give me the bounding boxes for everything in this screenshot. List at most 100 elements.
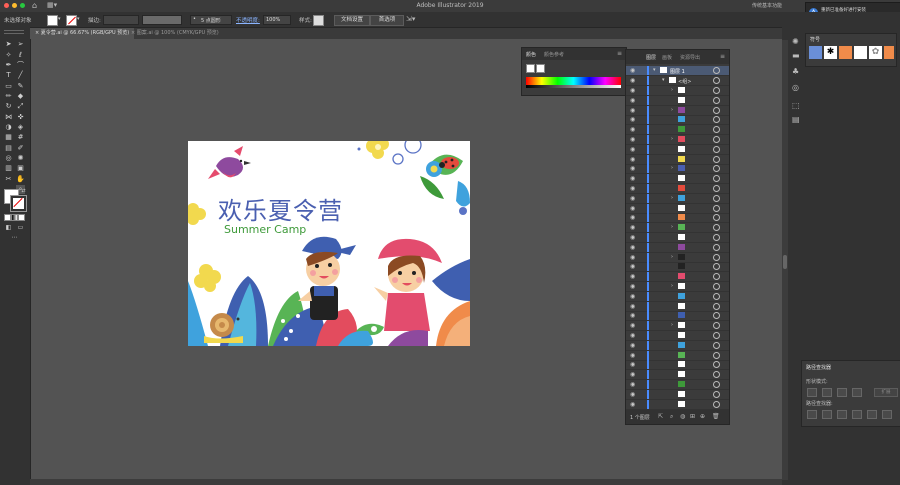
- target-icon[interactable]: [713, 361, 720, 369]
- trim-button[interactable]: [822, 410, 832, 419]
- group-name[interactable]: <组>: [678, 78, 691, 85]
- chevron-down-icon[interactable]: ▾: [58, 16, 61, 22]
- curvature-tool-icon[interactable]: ⌒: [16, 61, 25, 70]
- eye-icon[interactable]: ◉: [630, 107, 635, 114]
- eye-icon[interactable]: ◉: [630, 263, 635, 270]
- sublayer-row[interactable]: ◉ ›: [626, 252, 729, 263]
- export-icon[interactable]: ⇱: [658, 413, 663, 420]
- minus-back-button[interactable]: [882, 410, 892, 419]
- eye-icon[interactable]: ◉: [630, 116, 635, 123]
- opacity-link[interactable]: 不透明度:: [236, 16, 260, 24]
- eye-icon[interactable]: ◉: [630, 146, 635, 153]
- gear-icon[interactable]: ✺: [792, 37, 799, 46]
- chevron-down-icon[interactable]: ▾: [77, 16, 80, 22]
- eye-icon[interactable]: ◉: [630, 224, 635, 231]
- eye-icon[interactable]: ◉: [630, 195, 635, 202]
- sublayer-row[interactable]: ◉: [626, 154, 729, 165]
- symbol-item[interactable]: [854, 46, 867, 59]
- color-spectrum[interactable]: [526, 77, 621, 85]
- width-tool-icon[interactable]: ⋈: [4, 113, 13, 122]
- target-icon[interactable]: [713, 136, 720, 143]
- divide-button[interactable]: [807, 410, 817, 419]
- sublayer-row[interactable]: ◉: [626, 360, 729, 371]
- eye-icon[interactable]: ◉: [630, 97, 635, 104]
- target-icon[interactable]: [713, 224, 720, 232]
- stroke-swatch[interactable]: [66, 15, 77, 26]
- shape-builder-tool-icon[interactable]: ◑: [4, 123, 13, 132]
- sublayer-row[interactable]: ◉ ›: [626, 86, 729, 96]
- symbol-item[interactable]: ✱: [824, 46, 837, 59]
- sublayer-row[interactable]: ◉: [626, 399, 729, 410]
- chevron-right-icon[interactable]: ›: [671, 195, 673, 201]
- tab-layers[interactable]: 图层: [646, 54, 656, 61]
- target-icon[interactable]: [713, 96, 720, 104]
- eye-icon[interactable]: ◉: [630, 205, 635, 212]
- edit-toolbar-icon[interactable]: ⋯: [10, 233, 19, 242]
- graphic-style-swatch[interactable]: [313, 15, 324, 26]
- eye-icon[interactable]: ◉: [630, 332, 635, 339]
- eye-icon[interactable]: ◉: [630, 381, 635, 388]
- target-icon[interactable]: [713, 341, 720, 349]
- target-icon[interactable]: [713, 263, 720, 271]
- variable-width-profile[interactable]: [142, 15, 182, 25]
- sublayer-row[interactable]: ◉ ›: [626, 135, 729, 145]
- eye-icon[interactable]: ◉: [630, 293, 635, 300]
- selection-tool-icon[interactable]: ➤: [4, 40, 13, 49]
- sublayer-row[interactable]: ◉: [626, 184, 729, 194]
- lasso-tool-icon[interactable]: ℓ: [16, 51, 25, 60]
- crop-button[interactable]: [852, 410, 862, 419]
- new-layer-icon[interactable]: ⊕: [700, 413, 705, 420]
- none-mode-icon[interactable]: [18, 214, 25, 221]
- eye-icon[interactable]: ◉: [630, 244, 635, 251]
- sublayer-row[interactable]: ◉: [626, 311, 729, 322]
- tab-color-guide[interactable]: 颜色参考: [544, 51, 564, 58]
- new-sublayer-icon[interactable]: ⊞: [690, 413, 695, 420]
- tab-color[interactable]: 颜色: [526, 51, 536, 58]
- target-icon[interactable]: [713, 351, 720, 359]
- sublayer-row[interactable]: ◉: [626, 291, 729, 302]
- panel-fill-swatch[interactable]: [526, 64, 535, 73]
- eye-icon[interactable]: ◉: [630, 283, 635, 290]
- target-icon[interactable]: [713, 273, 720, 281]
- target-icon[interactable]: [713, 322, 720, 330]
- chevron-right-icon[interactable]: ›: [671, 165, 673, 171]
- sublayer-row[interactable]: ◉: [626, 115, 729, 126]
- target-icon[interactable]: [713, 283, 720, 290]
- chevron-right-icon[interactable]: ›: [671, 107, 673, 113]
- panel-grip[interactable]: [4, 30, 24, 34]
- type-tool-icon[interactable]: T: [4, 71, 13, 80]
- eye-icon[interactable]: ◉: [630, 156, 635, 163]
- chevron-right-icon[interactable]: ›: [671, 136, 673, 142]
- target-icon[interactable]: [713, 185, 720, 192]
- sublayer-row[interactable]: ◉: [626, 262, 729, 273]
- symbol-sprayer-tool-icon[interactable]: ✺: [16, 154, 25, 163]
- outline-button[interactable]: [867, 410, 877, 419]
- panel-stroke-swatch[interactable]: [536, 64, 545, 73]
- rotate-tool-icon[interactable]: ↻: [4, 102, 13, 111]
- delete-icon[interactable]: 🗑: [712, 413, 720, 420]
- sublayer-row[interactable]: ◉ ›: [626, 105, 729, 116]
- gradient-tool-icon[interactable]: ▤: [4, 144, 13, 153]
- chevron-right-icon[interactable]: ›: [671, 254, 673, 260]
- scale-tool-icon[interactable]: ⤢: [16, 102, 25, 111]
- symbol-item[interactable]: ✿: [869, 46, 882, 59]
- layer-row[interactable]: ◉ ▾ <组>: [626, 76, 729, 86]
- perspective-grid-tool-icon[interactable]: ▦: [4, 133, 13, 142]
- column-graph-tool-icon[interactable]: ▥: [4, 164, 13, 173]
- target-icon[interactable]: [713, 87, 720, 94]
- eye-icon[interactable]: ◉: [630, 352, 635, 359]
- transform-icon[interactable]: ⬚: [792, 101, 800, 110]
- slice-tool-icon[interactable]: ✂: [4, 175, 13, 184]
- target-icon[interactable]: [713, 67, 720, 74]
- scroll-thumb[interactable]: [783, 255, 787, 269]
- stroke-color-box[interactable]: [10, 195, 27, 212]
- target-icon[interactable]: [713, 332, 720, 339]
- pen-tool-icon[interactable]: ✒: [4, 61, 13, 70]
- sublayer-row[interactable]: ◉: [626, 95, 729, 106]
- draw-mode-icon[interactable]: ◧: [4, 223, 13, 232]
- target-icon[interactable]: [713, 155, 720, 163]
- sublayer-row[interactable]: ◉: [626, 301, 729, 312]
- target-icon[interactable]: [713, 194, 720, 202]
- line-tool-icon[interactable]: ╱: [16, 71, 25, 80]
- puppet-warp-tool-icon[interactable]: ✜: [16, 113, 25, 122]
